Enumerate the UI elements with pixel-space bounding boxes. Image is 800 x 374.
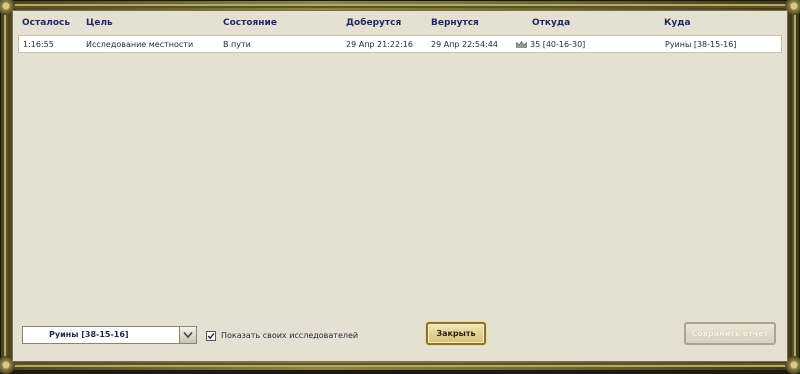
crown-icon [516, 41, 527, 48]
save-report-button[interactable]: Сохранить отчет [684, 322, 776, 345]
cell-to: Руины [38-15-16] [665, 40, 737, 49]
show-own-label[interactable]: Показать своих исследователей [221, 331, 358, 340]
cell-arrive: 29 Апр 21:22:16 [346, 40, 413, 49]
location-select[interactable]: Руины [38-15-16] [22, 326, 197, 344]
cell-return: 29 Апр 22:54:44 [431, 40, 498, 49]
location-select-value: Руины [38-15-16] [49, 330, 129, 339]
checkmark-icon [207, 332, 215, 340]
cell-remaining: 1:16:55 [23, 40, 54, 49]
column-header-arrive[interactable]: Доберутся [346, 18, 401, 28]
column-header-to[interactable]: Куда [664, 18, 691, 28]
table-header: Осталось Цель Состояние Доберутся Вернут… [13, 11, 787, 35]
close-button[interactable]: Закрыть [426, 322, 486, 345]
explorers-panel: Осталось Цель Состояние Доберутся Вернут… [12, 10, 788, 362]
location-select-toggle[interactable] [179, 327, 196, 343]
column-header-remaining[interactable]: Осталось [22, 18, 70, 28]
show-own-checkbox[interactable] [206, 331, 216, 341]
column-header-return[interactable]: Вернутся [431, 18, 479, 28]
column-header-from[interactable]: Откуда [532, 18, 570, 28]
cell-status: В пути [223, 40, 251, 49]
cell-target: Исследование местности [86, 40, 194, 49]
cell-from: 35 [40-16-30] [530, 40, 586, 49]
table-row[interactable]: 1:16:55 Исследование местности В пути 29… [18, 35, 782, 53]
chevron-down-icon [183, 331, 193, 339]
column-header-target[interactable]: Цель [86, 18, 113, 28]
column-header-status[interactable]: Состояние [223, 18, 277, 28]
